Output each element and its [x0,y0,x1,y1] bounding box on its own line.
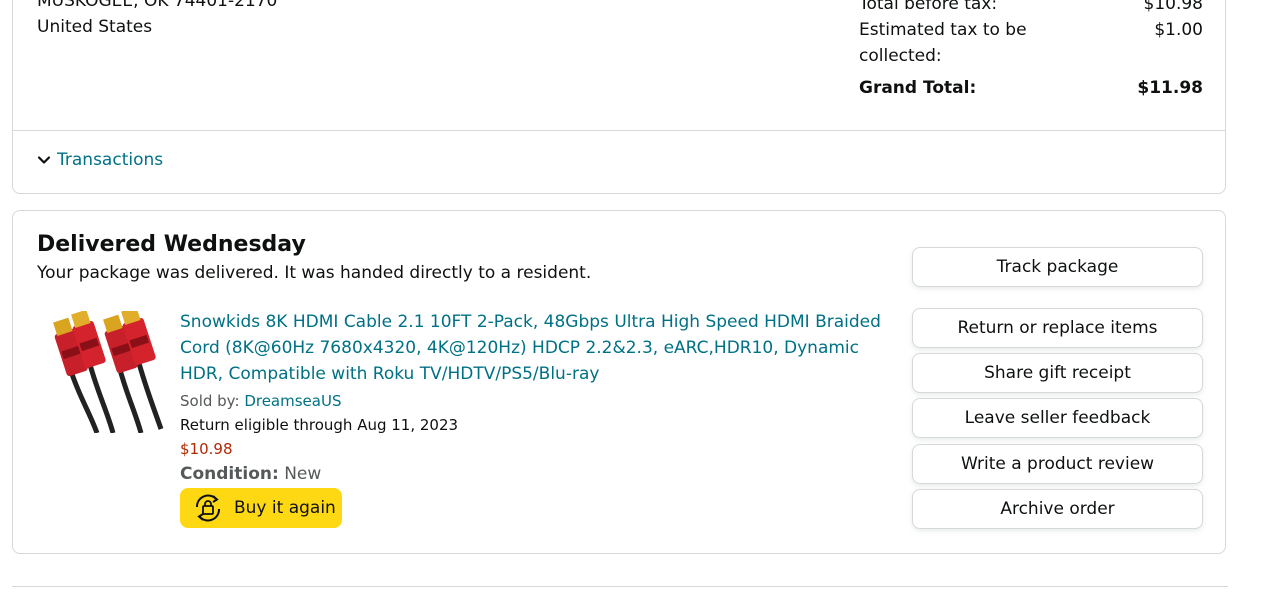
address-line-country: United States [37,17,153,37]
buy-it-again-button[interactable]: Buy it again [180,488,342,528]
return-eligibility: Return eligible through Aug 11, 2023 [180,416,459,434]
delivery-status-subtitle: Your package was delivered. It was hande… [37,263,592,283]
order-totals: Total before tax: $10.98 Estimated tax t… [859,0,1203,101]
return-replace-button[interactable]: Return or replace items [912,308,1203,348]
total-before-tax-label: Total before tax: [859,0,998,14]
seller-link[interactable]: DreamseaUS [244,392,341,410]
product-condition: Condition: New [180,464,321,484]
buy-again-cycle-icon [195,494,221,522]
grand-total-row: Grand Total: $11.98 [859,75,1203,101]
grand-total-label: Grand Total: [859,78,977,98]
estimated-tax-value: $1.00 [1154,20,1203,40]
total-before-tax-value: $10.98 [1143,0,1203,14]
share-gift-receipt-button[interactable]: Share gift receipt [912,353,1203,393]
order-summary-card: MUSKOGEE, OK 74401-2170 United States To… [12,0,1226,194]
archive-order-button[interactable]: Archive order [912,489,1203,529]
shipping-address: MUSKOGEE, OK 74401-2170 United States [37,0,277,40]
summary-divider [13,130,1225,131]
product-price: $10.98 [180,440,233,458]
buy-it-again-label: Buy it again [234,498,336,518]
estimated-tax-row: Estimated tax to be collected: $1.00 [859,17,1203,69]
product-title-link[interactable]: Snowkids 8K HDMI Cable 2.1 10FT 2-Pack, … [180,309,890,387]
track-package-button[interactable]: Track package [912,247,1203,287]
transactions-label: Transactions [57,150,164,170]
chevron-down-icon [37,156,51,164]
estimated-tax-label: Estimated tax to be collected: [859,20,1027,66]
leave-seller-feedback-button[interactable]: Leave seller feedback [912,398,1203,438]
page-divider [12,586,1228,587]
sold-by: Sold by: DreamseaUS [180,392,341,410]
total-before-tax-row: Total before tax: $10.98 [859,0,1203,17]
transactions-toggle[interactable]: Transactions [37,150,163,170]
condition-label: Condition: [180,464,279,484]
delivery-status-title: Delivered Wednesday [37,232,306,257]
address-line-city: MUSKOGEE, OK 74401-2170 [37,0,278,11]
sold-by-label: Sold by: [180,392,240,410]
condition-value: New [284,464,322,484]
write-product-review-button[interactable]: Write a product review [912,444,1203,484]
grand-total-value: $11.98 [1137,78,1203,98]
shipment-card: Delivered Wednesday Your package was del… [12,210,1226,554]
hdmi-cable-product-image[interactable] [49,311,165,433]
